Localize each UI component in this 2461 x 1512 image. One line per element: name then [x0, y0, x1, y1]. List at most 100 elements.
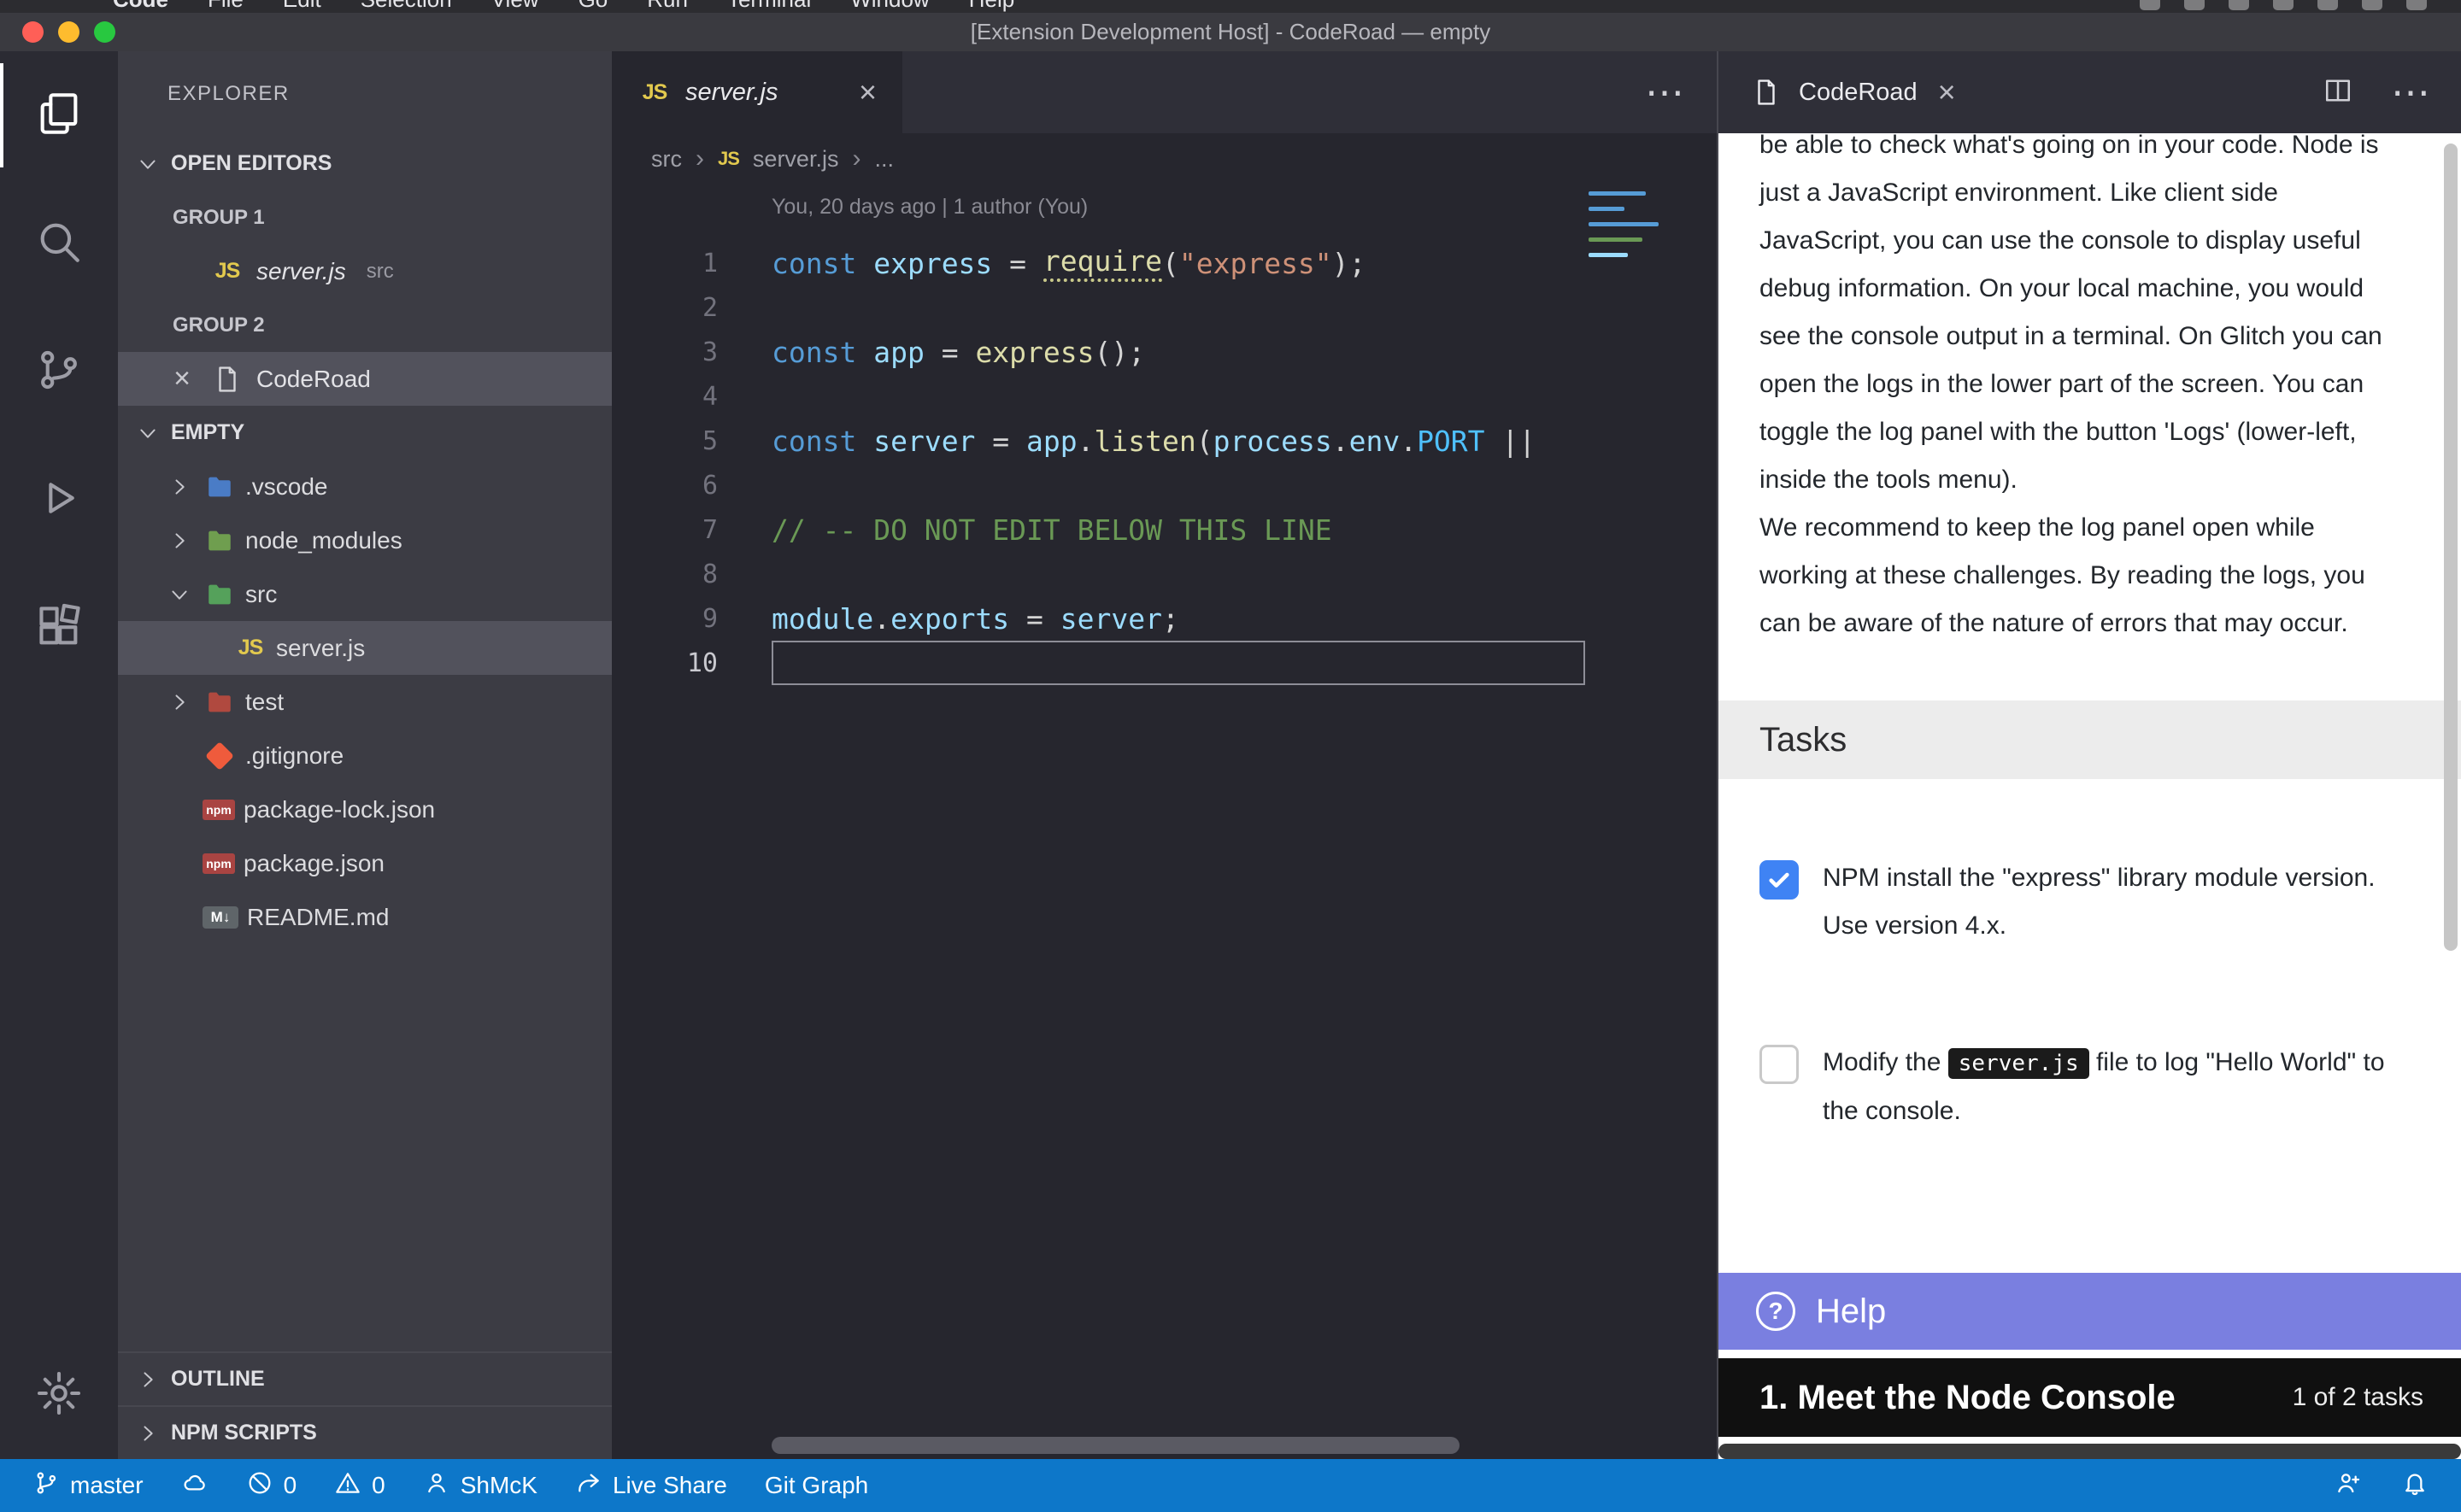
breadcrumb-symbol[interactable]: ... [874, 146, 894, 173]
code-token: express [975, 336, 1094, 369]
status-live-share[interactable]: Live Share [575, 1469, 727, 1503]
status-sync[interactable] [181, 1469, 209, 1503]
minimize-window-button[interactable] [58, 21, 79, 43]
menu-terminal[interactable]: Terminal [727, 0, 811, 13]
code-token: const [772, 425, 873, 458]
traffic-lights [22, 21, 115, 43]
status-notifications[interactable] [2401, 1469, 2429, 1503]
status-errors[interactable]: 0 [246, 1469, 297, 1503]
menu-window[interactable]: Window [850, 0, 929, 13]
code-line-10[interactable]: 10 [612, 641, 1717, 685]
line-content [772, 641, 1585, 685]
breadcrumb-folder[interactable]: src [651, 146, 682, 173]
tree-item-server.js[interactable]: JSserver.js [118, 621, 612, 675]
webview-bottom-strip [1718, 1444, 2461, 1459]
code-token: express [873, 247, 992, 280]
npm-icon: npm [203, 800, 235, 820]
status-branch[interactable]: master [32, 1469, 144, 1503]
code-token: require [1043, 244, 1162, 282]
status-warnings[interactable]: 0 [334, 1469, 385, 1503]
minimap-line [1589, 207, 1624, 211]
menu-selection[interactable]: Selection [361, 0, 452, 13]
code-editor[interactable]: You, 20 days ago | 1 author (You) 1const… [612, 185, 1717, 1459]
menu-edit[interactable]: Edit [283, 0, 321, 13]
source-control-icon [34, 345, 84, 399]
chevron-right-icon: › [696, 144, 704, 173]
code-line-5[interactable]: 5const server = app.listen(process.env.P… [612, 419, 1717, 463]
split-editor-icon[interactable] [2323, 69, 2353, 115]
tree-item-.gitignore[interactable]: .gitignore [118, 729, 612, 782]
line-content: const server = app.listen(process.env.PO… [772, 419, 1536, 463]
open-editor-server.js[interactable]: JSserver.jssrc [118, 244, 612, 298]
task-checkbox[interactable] [1759, 860, 1799, 900]
activity-settings-gear-icon[interactable] [0, 1331, 118, 1459]
node-modules-folder-icon [203, 524, 237, 558]
menu-go[interactable]: Go [579, 0, 608, 13]
activity-search-icon[interactable] [0, 179, 118, 308]
activity-files-icon[interactable] [0, 51, 118, 179]
minimap-line [1589, 237, 1642, 242]
status-account[interactable]: ShMcK [423, 1469, 537, 1503]
close-editor-icon[interactable]: × [166, 362, 198, 396]
workspace-section-header[interactable]: EMPTY [118, 406, 612, 460]
chevron-right-icon [133, 1419, 162, 1448]
panel-scrollbar[interactable] [2444, 144, 2458, 951]
coderoad-tab-label[interactable]: CodeRoad [1799, 79, 1918, 107]
more-actions-icon[interactable]: ⋯ [2391, 69, 2430, 115]
code-line-3[interactable]: 3const app = express(); [612, 330, 1717, 374]
more-actions-icon[interactable]: ⋯ [1645, 69, 1684, 115]
code-line-4[interactable]: 4 [612, 374, 1717, 419]
activity-extensions-icon[interactable] [0, 564, 118, 692]
section-outline[interactable]: OUTLINE [118, 1351, 612, 1405]
breadcrumb-file[interactable]: server.js [753, 146, 839, 173]
tree-item-test[interactable]: test [118, 675, 612, 729]
menu-run[interactable]: Run [647, 0, 688, 13]
code-token: ; [1162, 602, 1179, 636]
file-icon [1749, 75, 1783, 109]
minimap[interactable] [1589, 191, 1660, 268]
open-editor-coderoad[interactable]: ×CodeRoad [118, 352, 612, 406]
title-bar: [Extension Development Host] - CodeRoad … [0, 13, 2461, 51]
tree-item-node_modules[interactable]: node_modules [118, 513, 612, 567]
tree-item-src[interactable]: src [118, 567, 612, 621]
activity-run-debug-icon[interactable] [0, 436, 118, 564]
section-npm-scripts[interactable]: NPM SCRIPTS [118, 1405, 612, 1459]
window-title: [Extension Development Host] - CodeRoad … [0, 19, 2461, 45]
code-token: // -- DO NOT EDIT BELOW THIS LINE [772, 513, 1332, 547]
task-checkbox[interactable] [1759, 1045, 1799, 1084]
zoom-window-button[interactable] [94, 21, 115, 43]
breadcrumbs: src › JS server.js › ... [612, 133, 1717, 185]
help-label: Help [1816, 1287, 1886, 1335]
menu-help[interactable]: Help [969, 0, 1014, 13]
menu-code[interactable]: Code [113, 0, 168, 13]
status-git-graph[interactable]: Git Graph [765, 1472, 868, 1499]
code-line-6[interactable]: 6 [612, 463, 1717, 507]
menu-view[interactable]: View [491, 0, 539, 13]
chevron-right-icon: › [852, 144, 860, 173]
menu-file[interactable]: File [208, 0, 244, 13]
code-line-1[interactable]: 1const express = require("express"); [612, 241, 1717, 285]
tree-item-readme.md[interactable]: M↓README.md [118, 890, 612, 944]
tab-server-js[interactable]: JS server.js × [612, 51, 902, 133]
help-section[interactable]: ? Help [1718, 1273, 2461, 1350]
tree-item-package.json[interactable]: npmpackage.json [118, 836, 612, 890]
code-line-7[interactable]: 7// -- DO NOT EDIT BELOW THIS LINE [612, 507, 1717, 552]
chevron-spacer [165, 741, 194, 771]
horizontal-scrollbar[interactable] [772, 1437, 1460, 1454]
open-editors-header[interactable]: OPEN EDITORS [118, 137, 612, 190]
code-line-2[interactable]: 2 [612, 285, 1717, 330]
tree-item-.vscode[interactable]: .vscode [118, 460, 612, 513]
status-live-share-invite[interactable] [2335, 1469, 2362, 1503]
explorer-title: EXPLORER [118, 51, 612, 137]
codelens-annotation[interactable]: You, 20 days ago | 1 author (You) [772, 195, 1088, 220]
activity-source-control-icon[interactable] [0, 308, 118, 436]
close-window-button[interactable] [22, 21, 44, 43]
close-panel-icon[interactable]: × [1938, 74, 1956, 110]
close-tab-icon[interactable]: × [859, 74, 877, 110]
chevron-down-icon [133, 419, 162, 448]
code-line-8[interactable]: 8 [612, 552, 1717, 596]
tree-item-package-lock.json[interactable]: npmpackage-lock.json [118, 782, 612, 836]
code-line-9[interactable]: 9module.exports = server; [612, 596, 1717, 641]
inline-code: server.js [1948, 1048, 2089, 1079]
run-debug-icon [34, 473, 84, 527]
